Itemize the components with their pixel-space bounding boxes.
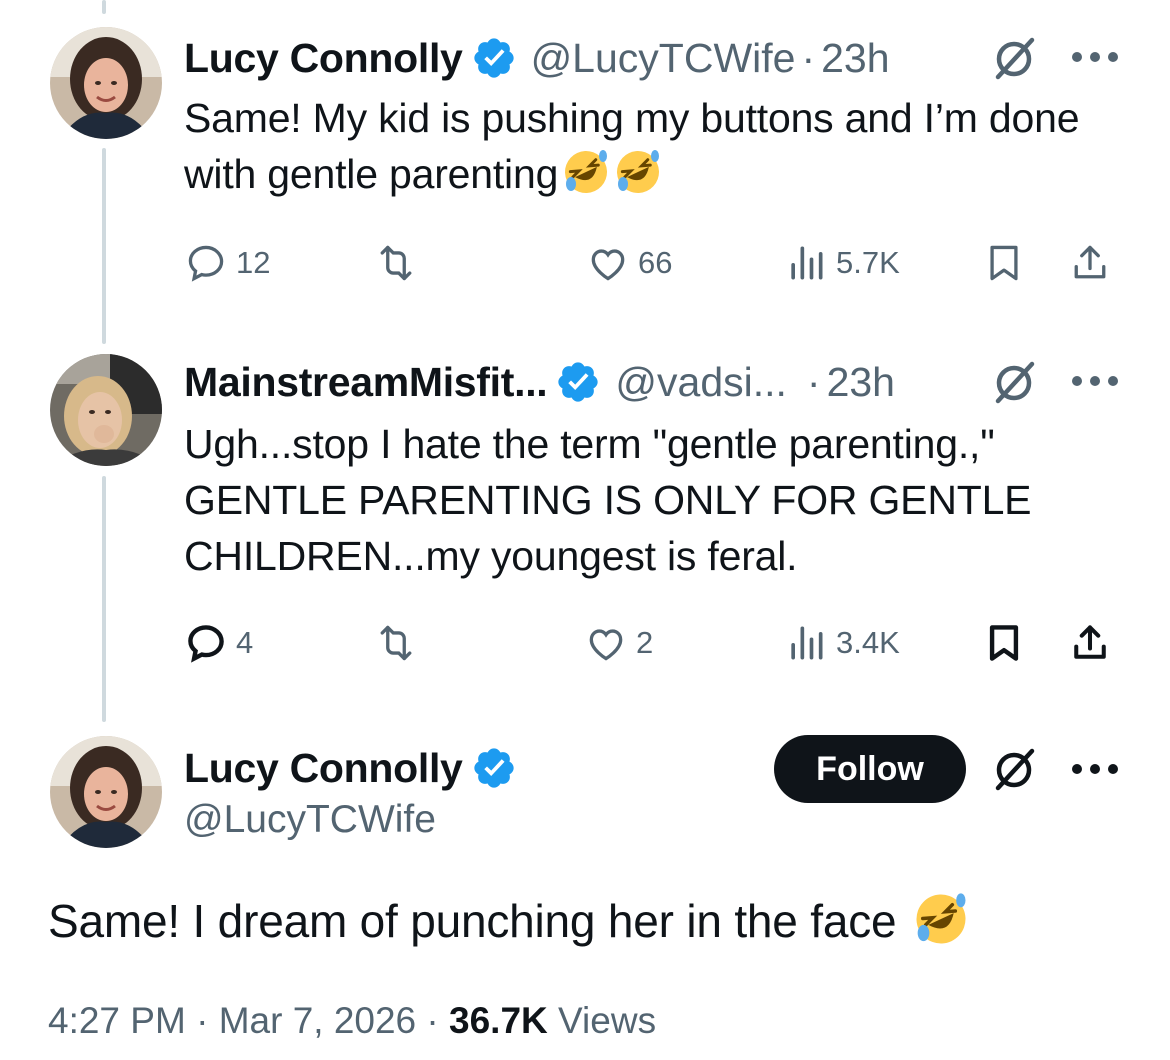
follow-button[interactable]: Follow xyxy=(774,735,966,803)
handle[interactable]: @vadsi... xyxy=(615,359,787,406)
rolling-on-floor-laughing-emoji-icon xyxy=(617,150,660,193)
more-icon[interactable] xyxy=(1072,50,1118,64)
tweet-date[interactable]: Mar 7, 2026 xyxy=(219,1000,416,1041)
views-button[interactable]: 5.7K xyxy=(784,238,900,288)
like-icon xyxy=(589,629,623,661)
repost-icon xyxy=(380,625,412,661)
bookmark-button[interactable] xyxy=(982,238,1026,288)
views-icon xyxy=(791,246,823,280)
reply-count: 4 xyxy=(236,625,254,660)
like-count: 2 xyxy=(636,625,654,660)
thread-line-2 xyxy=(102,476,106,722)
thread-line-top xyxy=(102,0,106,14)
display-name[interactable]: Lucy Connolly xyxy=(184,745,463,792)
bookmark-icon xyxy=(990,245,1018,281)
handle[interactable]: @LucyTCWife xyxy=(531,35,796,82)
more-icon[interactable] xyxy=(1072,374,1118,388)
share-button[interactable] xyxy=(1068,238,1112,288)
repost-button[interactable] xyxy=(374,618,426,668)
separator-dot: · xyxy=(196,1000,209,1041)
more-icon[interactable] xyxy=(1072,762,1118,776)
like-button[interactable]: 66 xyxy=(586,238,672,288)
share-icon xyxy=(1074,625,1106,659)
like-count: 66 xyxy=(638,245,673,280)
repost-button[interactable] xyxy=(374,238,426,288)
display-name[interactable]: MainstreamMisfit... xyxy=(184,359,548,406)
timestamp[interactable]: 23h xyxy=(827,359,895,406)
reply-count: 12 xyxy=(236,245,271,280)
tweet-header: Lucy Connolly @LucyTCWife · 23h xyxy=(184,28,890,88)
separator-dot: · xyxy=(426,1000,439,1041)
grok-icon[interactable] xyxy=(990,33,1040,83)
reply-button[interactable]: 4 xyxy=(184,618,253,668)
rolling-on-floor-laughing-emoji-icon xyxy=(916,893,966,944)
tweet-text: Ugh...stop I hate the term "gentle paren… xyxy=(184,416,1144,584)
verified-badge-icon[interactable] xyxy=(471,35,517,81)
avatar[interactable] xyxy=(50,354,162,466)
tweet-text: Same! I dream of punching her in the fac… xyxy=(48,890,969,952)
tweet-text-line: CHILDREN...my youngest is feral. xyxy=(184,533,798,579)
reply-button[interactable]: 12 xyxy=(184,238,270,288)
tweet-text-line: Ugh...stop I hate the term "gentle paren… xyxy=(184,421,995,467)
reply-icon xyxy=(188,625,224,663)
action-bar: 12 66 5.7K xyxy=(184,238,1120,288)
bookmark-button[interactable] xyxy=(982,618,1026,668)
views-label: Views xyxy=(558,1000,657,1041)
tweet-text: Same! My kid is pushing my buttons and I… xyxy=(184,90,1124,202)
share-button[interactable] xyxy=(1068,618,1112,668)
avatar[interactable] xyxy=(50,27,162,139)
rolling-on-floor-laughing-emoji-icon xyxy=(565,150,608,193)
thread-line-1 xyxy=(102,148,106,344)
grok-icon[interactable] xyxy=(990,357,1040,407)
action-bar: 4 2 3.4K xyxy=(184,618,1120,668)
avatar[interactable] xyxy=(50,736,162,848)
tweet-text-content: Same! I dream of punching her in the fac… xyxy=(48,895,897,947)
tweet-header: MainstreamMisfit... @vadsi... · 23h xyxy=(184,352,895,412)
reply-icon xyxy=(188,245,224,282)
views-icon xyxy=(791,626,823,660)
tweet-header: Lucy Connolly xyxy=(184,740,517,796)
views-button[interactable]: 3.4K xyxy=(784,618,900,668)
separator-dot: · xyxy=(806,358,821,405)
share-icon xyxy=(1074,245,1106,279)
like-icon xyxy=(591,249,625,281)
tweet-time[interactable]: 4:27 PM xyxy=(48,1000,186,1041)
timestamp[interactable]: 23h xyxy=(821,35,889,82)
display-name[interactable]: Lucy Connolly xyxy=(184,35,463,82)
bookmark-icon xyxy=(989,625,1019,661)
like-button[interactable]: 2 xyxy=(584,618,653,668)
verified-badge-icon[interactable] xyxy=(471,745,517,791)
view-count: 5.7K xyxy=(836,245,900,280)
verified-badge-icon[interactable] xyxy=(555,359,601,405)
tweet-text-line: GENTLE PARENTING IS ONLY FOR GENTLE xyxy=(184,477,1032,523)
tweet-meta: 4:27 PM · Mar 7, 2026 · 36.7K Views xyxy=(48,1000,656,1042)
view-count: 3.4K xyxy=(836,625,900,660)
views-count: 36.7K xyxy=(449,1000,548,1041)
separator-dot: · xyxy=(801,34,816,81)
handle[interactable]: @LucyTCWife xyxy=(184,798,436,842)
repost-icon xyxy=(380,245,412,281)
grok-icon[interactable] xyxy=(990,744,1040,794)
